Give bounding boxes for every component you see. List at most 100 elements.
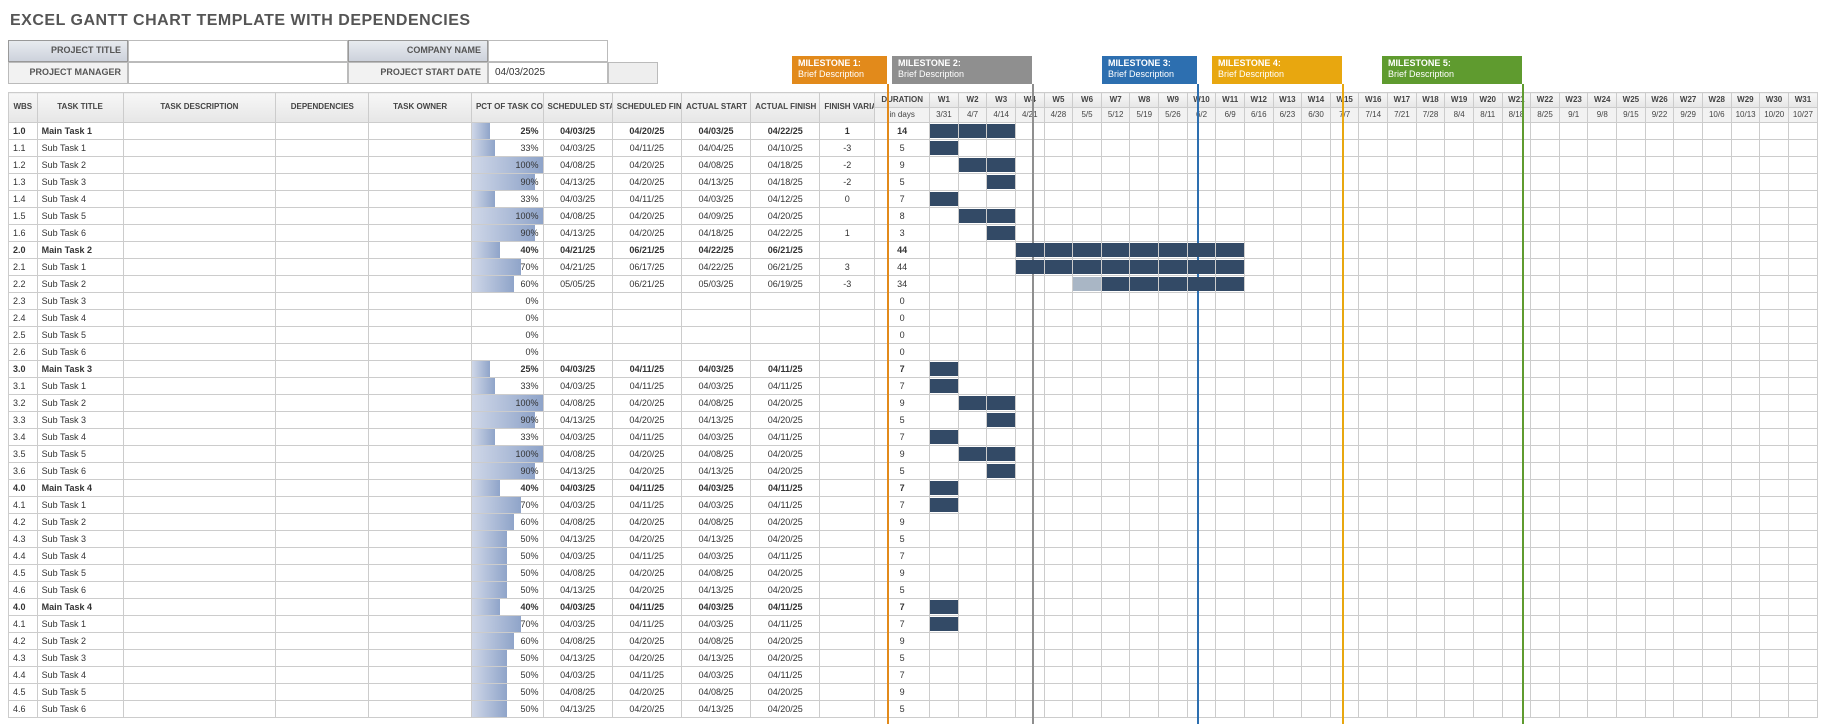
cell-pct[interactable]: 90% [471, 174, 543, 191]
cell-finish-variance[interactable]: 0 [820, 191, 875, 208]
cell-dependencies[interactable] [276, 531, 369, 548]
cell-actual-start[interactable] [681, 344, 750, 361]
cell-task-title[interactable]: Sub Task 5 [37, 446, 123, 463]
cell-finish-variance[interactable] [820, 242, 875, 259]
task-row[interactable]: 4.2Sub Task 260%04/08/2504/20/2504/08/25… [9, 514, 1818, 531]
cell-finish-variance[interactable]: 3 [820, 259, 875, 276]
cell-scheduled-finish[interactable]: 04/20/25 [612, 174, 681, 191]
cell-duration[interactable]: 7 [875, 378, 930, 395]
cell-task-desc[interactable] [123, 208, 276, 225]
cell-task-title[interactable]: Sub Task 4 [37, 548, 123, 565]
cell-task-title[interactable]: Main Task 2 [37, 242, 123, 259]
cell-dependencies[interactable] [276, 701, 369, 718]
cell-actual-finish[interactable]: 04/11/25 [751, 497, 820, 514]
task-row[interactable]: 3.0Main Task 325%04/03/2504/11/2504/03/2… [9, 361, 1818, 378]
task-row[interactable]: 3.4Sub Task 433%04/03/2504/11/2504/03/25… [9, 429, 1818, 446]
cell-finish-variance[interactable] [820, 599, 875, 616]
cell-task-owner[interactable] [369, 548, 472, 565]
cell-wbs[interactable]: 3.2 [9, 395, 38, 412]
cell-actual-finish[interactable]: 04/20/25 [751, 395, 820, 412]
cell-task-owner[interactable] [369, 684, 472, 701]
cell-scheduled-finish[interactable]: 04/11/25 [612, 429, 681, 446]
cell-scheduled-finish[interactable]: 04/20/25 [612, 208, 681, 225]
cell-finish-variance[interactable] [820, 565, 875, 582]
cell-scheduled-finish[interactable]: 04/11/25 [612, 599, 681, 616]
task-row[interactable]: 2.0Main Task 240%04/21/2506/21/2504/22/2… [9, 242, 1818, 259]
cell-task-title[interactable]: Main Task 1 [37, 123, 123, 140]
cell-duration[interactable]: 44 [875, 242, 930, 259]
cell-actual-finish[interactable]: 04/11/25 [751, 361, 820, 378]
cell-finish-variance[interactable] [820, 582, 875, 599]
cell-task-desc[interactable] [123, 140, 276, 157]
cell-scheduled-finish[interactable]: 04/11/25 [612, 140, 681, 157]
cell-actual-start[interactable]: 04/03/25 [681, 497, 750, 514]
cell-wbs[interactable]: 4.5 [9, 684, 38, 701]
cell-actual-finish[interactable]: 04/11/25 [751, 480, 820, 497]
cell-wbs[interactable]: 3.3 [9, 412, 38, 429]
task-row[interactable]: 1.6Sub Task 690%04/13/2504/20/2504/18/25… [9, 225, 1818, 242]
cell-dependencies[interactable] [276, 650, 369, 667]
cell-actual-finish[interactable]: 04/20/25 [751, 412, 820, 429]
cell-duration[interactable]: 0 [875, 327, 930, 344]
cell-finish-variance[interactable] [820, 293, 875, 310]
cell-task-owner[interactable] [369, 565, 472, 582]
cell-scheduled-finish[interactable]: 04/20/25 [612, 531, 681, 548]
task-row[interactable]: 1.0Main Task 125%04/03/2504/20/2504/03/2… [9, 123, 1818, 140]
cell-dependencies[interactable] [276, 412, 369, 429]
project-start-input[interactable]: 04/03/2025 [488, 62, 608, 84]
cell-finish-variance[interactable]: -2 [820, 157, 875, 174]
cell-actual-start[interactable]: 04/09/25 [681, 208, 750, 225]
cell-pct[interactable]: 60% [471, 633, 543, 650]
cell-task-owner[interactable] [369, 650, 472, 667]
cell-task-desc[interactable] [123, 174, 276, 191]
cell-wbs[interactable]: 1.6 [9, 225, 38, 242]
cell-actual-finish[interactable] [751, 293, 820, 310]
task-row[interactable]: 1.1Sub Task 133%04/03/2504/11/2504/04/25… [9, 140, 1818, 157]
cell-task-title[interactable]: Sub Task 5 [37, 684, 123, 701]
task-row[interactable]: 4.0Main Task 440%04/03/2504/11/2504/03/2… [9, 599, 1818, 616]
task-row[interactable]: 4.5Sub Task 550%04/08/2504/20/2504/08/25… [9, 565, 1818, 582]
cell-dependencies[interactable] [276, 123, 369, 140]
cell-task-desc[interactable] [123, 633, 276, 650]
cell-duration[interactable]: 5 [875, 140, 930, 157]
cell-actual-start[interactable] [681, 310, 750, 327]
cell-dependencies[interactable] [276, 191, 369, 208]
cell-scheduled-finish[interactable]: 04/20/25 [612, 225, 681, 242]
cell-wbs[interactable]: 3.1 [9, 378, 38, 395]
cell-task-desc[interactable] [123, 650, 276, 667]
cell-pct[interactable]: 70% [471, 616, 543, 633]
cell-actual-finish[interactable]: 04/11/25 [751, 599, 820, 616]
cell-scheduled-finish[interactable]: 04/20/25 [612, 123, 681, 140]
cell-scheduled-start[interactable]: 04/13/25 [543, 582, 612, 599]
cell-pct[interactable]: 0% [471, 310, 543, 327]
cell-scheduled-start[interactable]: 04/21/25 [543, 259, 612, 276]
cell-actual-finish[interactable]: 04/20/25 [751, 514, 820, 531]
cell-task-owner[interactable] [369, 497, 472, 514]
task-row[interactable]: 3.2Sub Task 2100%04/08/2504/20/2504/08/2… [9, 395, 1818, 412]
cell-task-title[interactable]: Sub Task 3 [37, 531, 123, 548]
cell-dependencies[interactable] [276, 259, 369, 276]
cell-wbs[interactable]: 2.4 [9, 310, 38, 327]
cell-task-title[interactable]: Sub Task 2 [37, 514, 123, 531]
cell-duration[interactable]: 3 [875, 225, 930, 242]
cell-actual-start[interactable]: 04/08/25 [681, 395, 750, 412]
cell-scheduled-start[interactable]: 04/08/25 [543, 395, 612, 412]
cell-dependencies[interactable] [276, 582, 369, 599]
cell-actual-start[interactable]: 04/03/25 [681, 616, 750, 633]
cell-wbs[interactable]: 2.0 [9, 242, 38, 259]
cell-actual-start[interactable]: 05/03/25 [681, 276, 750, 293]
cell-task-owner[interactable] [369, 242, 472, 259]
cell-wbs[interactable]: 4.2 [9, 633, 38, 650]
task-row[interactable]: 4.6Sub Task 650%04/13/2504/20/2504/13/25… [9, 701, 1818, 718]
cell-duration[interactable]: 9 [875, 633, 930, 650]
cell-pct[interactable]: 50% [471, 701, 543, 718]
cell-scheduled-finish[interactable]: 04/20/25 [612, 463, 681, 480]
cell-actual-start[interactable]: 04/08/25 [681, 684, 750, 701]
cell-wbs[interactable]: 4.6 [9, 582, 38, 599]
cell-task-title[interactable]: Main Task 3 [37, 361, 123, 378]
cell-scheduled-finish[interactable]: 04/20/25 [612, 565, 681, 582]
cell-duration[interactable]: 5 [875, 701, 930, 718]
cell-duration[interactable]: 0 [875, 293, 930, 310]
cell-task-owner[interactable] [369, 208, 472, 225]
cell-finish-variance[interactable] [820, 395, 875, 412]
